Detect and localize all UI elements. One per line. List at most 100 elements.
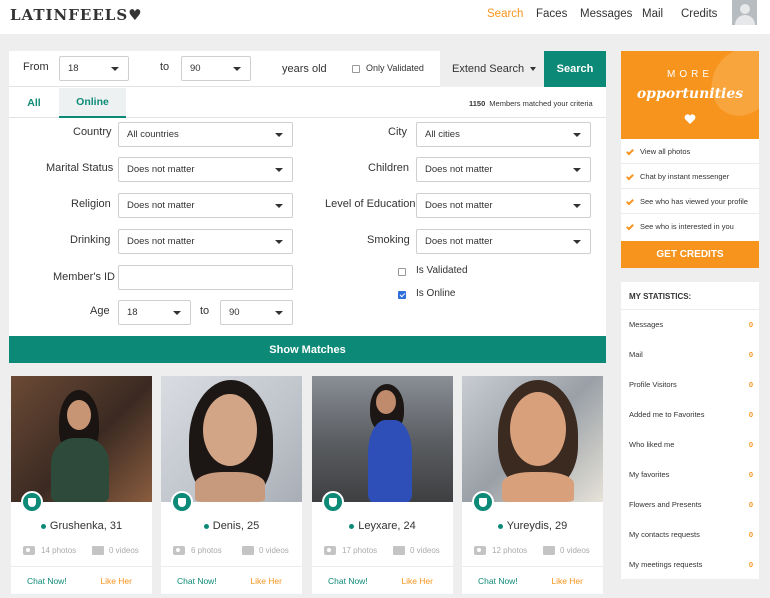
perk-label: See who is interested in you	[640, 222, 734, 231]
nav-faces[interactable]: Faces	[536, 8, 567, 20]
religion-label: Religion	[71, 198, 111, 210]
shield-icon	[322, 491, 344, 513]
like-her-link[interactable]: Like Her	[401, 576, 433, 586]
perk-item: Chat by instant messenger	[621, 164, 759, 189]
stat-added-to-favorites[interactable]: Added me to Favorites 0	[629, 410, 753, 419]
video-count: 0 videos	[92, 546, 139, 555]
smoking-select[interactable]: Does not matter	[416, 229, 591, 254]
stat-label: My favorites	[629, 470, 670, 479]
like-her-link[interactable]: Like Her	[100, 576, 132, 586]
nav-search[interactable]: Search	[487, 8, 523, 20]
religion-select[interactable]: Does not matter	[118, 193, 293, 218]
photo-face	[203, 394, 257, 466]
children-select[interactable]: Does not matter	[416, 157, 591, 182]
perk-label: See who has viewed your profile	[640, 196, 748, 206]
stat-mail[interactable]: Mail 0	[629, 350, 753, 359]
profile-name[interactable]: Denis, 25	[161, 520, 302, 532]
avatar-body-shape	[735, 15, 755, 25]
marital-status-label: Marital Status	[46, 162, 114, 174]
photo-shoulders	[195, 472, 265, 502]
photo-count-text: 17 photos	[342, 546, 378, 555]
is-online-checkbox[interactable]	[398, 291, 406, 299]
stat-value: 0	[748, 500, 753, 509]
only-validated-checkbox[interactable]	[352, 65, 360, 73]
camera-icon	[474, 546, 486, 555]
divider	[621, 309, 759, 310]
search-button[interactable]: Search	[544, 51, 606, 87]
age-to-select[interactable]: 90	[181, 56, 251, 81]
promo-more-text: MORE	[667, 69, 713, 80]
profile-photo[interactable]	[462, 376, 603, 502]
profile-name[interactable]: Grushenka, 31	[11, 520, 152, 532]
chevron-down-icon	[573, 132, 581, 137]
stat-profile-visitors[interactable]: Profile Visitors 0	[629, 380, 753, 389]
age-to-value: 90	[190, 63, 201, 74]
matched-text: Members matched your criteria	[489, 99, 593, 108]
chat-now-link[interactable]: Chat Now!	[478, 576, 518, 586]
marital-status-select[interactable]: Does not matter	[118, 157, 293, 182]
profile-photo[interactable]	[312, 376, 453, 502]
profile-photo[interactable]	[11, 376, 152, 502]
city-value: All cities	[425, 129, 460, 140]
profile-card[interactable]: Denis, 25 6 photos 0 videos Chat Now! Li…	[161, 376, 302, 594]
chat-now-link[interactable]: Chat Now!	[27, 576, 67, 586]
stat-meetings-requests[interactable]: My meetings requests 0	[629, 560, 753, 569]
get-credits-button[interactable]: GET CREDITS	[621, 241, 759, 268]
age-max-select[interactable]: 90	[220, 300, 293, 325]
stat-label: My contacts requests	[629, 530, 700, 539]
camera-icon	[173, 546, 185, 555]
profile-name[interactable]: Leyxare, 24	[312, 520, 453, 532]
stat-contacts-requests[interactable]: My contacts requests 0	[629, 530, 753, 539]
is-online-label: Is Online	[416, 288, 456, 299]
show-matches-button[interactable]: Show Matches	[9, 336, 606, 363]
member-id-field[interactable]	[118, 265, 293, 290]
is-validated-label: Is Validated	[416, 265, 468, 276]
photo-face	[376, 390, 396, 414]
stat-who-liked-me[interactable]: Who liked me 0	[629, 440, 753, 449]
tab-all[interactable]: All	[9, 88, 59, 118]
like-her-link[interactable]: Like Her	[551, 576, 583, 586]
chevron-down-icon	[573, 203, 581, 208]
profile-name-text: Grushenka, 31	[49, 520, 123, 532]
chevron-down-icon	[275, 310, 283, 315]
top-header: LATINFEELS♥ Search Faces Messages Mail C…	[0, 0, 770, 34]
age-min-select[interactable]: 18	[118, 300, 191, 325]
photo-face	[67, 400, 91, 430]
extend-search-toggle[interactable]: Extend Search	[440, 51, 544, 87]
stat-my-favorites[interactable]: My favorites 0	[629, 470, 753, 479]
stat-flowers-presents[interactable]: Flowers and Presents 0	[629, 500, 753, 509]
check-icon	[626, 172, 634, 181]
card-actions: Chat Now! Like Her	[161, 566, 302, 594]
chat-now-link[interactable]: Chat Now!	[177, 576, 217, 586]
city-select[interactable]: All cities	[416, 122, 591, 147]
tab-online[interactable]: Online	[59, 88, 126, 118]
nav-messages[interactable]: Messages	[580, 8, 632, 20]
profile-card[interactable]: Yureydis, 29 12 photos 0 videos Chat Now…	[462, 376, 603, 594]
profile-name[interactable]: Yureydis, 29	[462, 520, 603, 532]
premium-perks-list: View all photos Chat by instant messenge…	[621, 139, 759, 241]
stat-value: 0	[748, 560, 753, 569]
video-icon	[543, 546, 555, 555]
stat-messages[interactable]: Messages 0	[629, 320, 753, 329]
photo-count-text: 14 photos	[41, 546, 77, 555]
profile-photo[interactable]	[161, 376, 302, 502]
nav-credits[interactable]: Credits	[681, 8, 717, 20]
chat-now-link[interactable]: Chat Now!	[328, 576, 368, 586]
user-avatar[interactable]	[732, 0, 757, 25]
profile-card[interactable]: Leyxare, 24 17 photos 0 videos Chat Now!…	[312, 376, 453, 594]
age-from-select[interactable]: 18	[59, 56, 129, 81]
nav-mail[interactable]: Mail	[642, 8, 663, 20]
smoking-label: Smoking	[367, 234, 410, 246]
country-select[interactable]: All countries	[118, 122, 293, 147]
education-select[interactable]: Does not matter	[416, 193, 591, 218]
perk-label: View all photos	[640, 146, 691, 156]
drinking-select[interactable]: Does not matter	[118, 229, 293, 254]
video-icon	[242, 546, 254, 555]
is-validated-checkbox[interactable]	[398, 268, 406, 276]
video-count-text: 0 videos	[560, 546, 590, 555]
site-logo[interactable]: LATINFEELS♥	[10, 6, 143, 24]
profile-card[interactable]: Grushenka, 31 14 photos 0 videos Chat No…	[11, 376, 152, 594]
promo-opportunities-text: opportunities	[636, 86, 744, 102]
more-opportunities-banner[interactable]: MORE opportunities	[621, 51, 759, 139]
like-her-link[interactable]: Like Her	[250, 576, 282, 586]
